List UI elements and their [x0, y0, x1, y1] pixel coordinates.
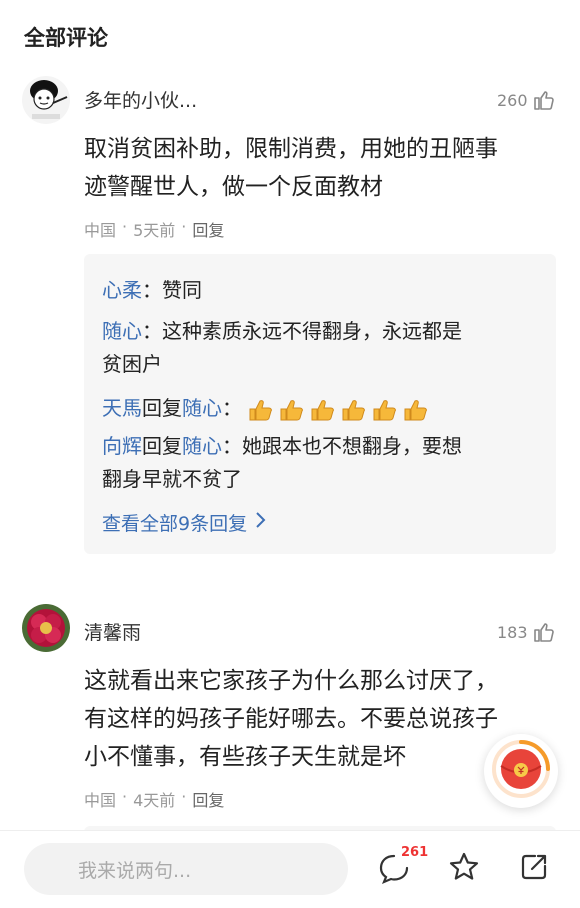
red-envelope-button[interactable] — [484, 734, 558, 808]
thumbs-up-icon — [532, 88, 556, 112]
comment-count-badge: 261 — [401, 845, 429, 860]
star-icon[interactable] — [448, 851, 480, 887]
like-count: 183 — [497, 622, 528, 642]
comment-meta: 中国 · 5天前 · 回复 — [84, 217, 225, 241]
reply-item[interactable]: 随心：这种素质永远不得翻身，永远都是 贫困户 — [102, 315, 542, 381]
comment-username[interactable]: 清馨雨 — [84, 618, 141, 645]
thumbs-up-icon — [532, 620, 556, 644]
thumbs-up-emoji-icon — [248, 397, 430, 423]
comment-time: 5天前 — [133, 221, 176, 240]
avatar[interactable] — [22, 76, 70, 124]
chevron-right-icon — [255, 511, 267, 534]
comment-location: 中国 — [84, 221, 117, 240]
reply-username[interactable]: 天馬 — [102, 396, 142, 420]
reply-target-username[interactable]: 随心 — [182, 396, 222, 420]
reply-item[interactable]: 天馬回复随心： — [102, 392, 542, 425]
comment-text: 取消贫困补助，限制消费，用她的丑陋事 迹警醒世人，做一个反面教材 — [84, 136, 498, 200]
avatar[interactable] — [22, 604, 70, 652]
reply-item[interactable]: 心柔：赞同 — [102, 274, 542, 307]
reply-button[interactable]: 回复 — [192, 787, 224, 811]
reply-username[interactable]: 向辉 — [102, 434, 142, 458]
comment-location: 中国 — [84, 791, 117, 810]
reply-target-username[interactable]: 随心 — [182, 434, 222, 458]
view-all-replies-link[interactable]: 查看全部9条回复 — [102, 509, 267, 536]
like-button[interactable]: 260 — [497, 88, 556, 112]
reply-button[interactable]: 回复 — [192, 217, 224, 241]
reply-username[interactable]: 随心 — [102, 319, 142, 343]
reply-username[interactable]: 心柔 — [102, 278, 142, 302]
reply-item[interactable]: 向辉回复随心：她跟本也不想翻身，要想 翻身早就不贫了 — [102, 430, 542, 496]
comment-time: 4天前 — [133, 791, 176, 810]
red-envelope-icon — [491, 739, 551, 803]
like-count: 260 — [497, 90, 528, 110]
comment-username[interactable]: 多年的小伙... — [84, 86, 197, 113]
comment-input[interactable]: 我来说两句... — [24, 843, 348, 895]
replies-box: 心柔：赞同 随心：这种素质永远不得翻身，永远都是 贫困户 天馬回复随心： 向辉回… — [84, 254, 556, 554]
bottom-bar: 我来说两句... 261 — [0, 830, 580, 908]
comment-meta: 中国 · 4天前 · 回复 — [84, 787, 225, 811]
share-icon[interactable] — [518, 851, 550, 887]
like-button[interactable]: 183 — [497, 620, 556, 644]
section-title: 全部评论 — [24, 26, 108, 50]
